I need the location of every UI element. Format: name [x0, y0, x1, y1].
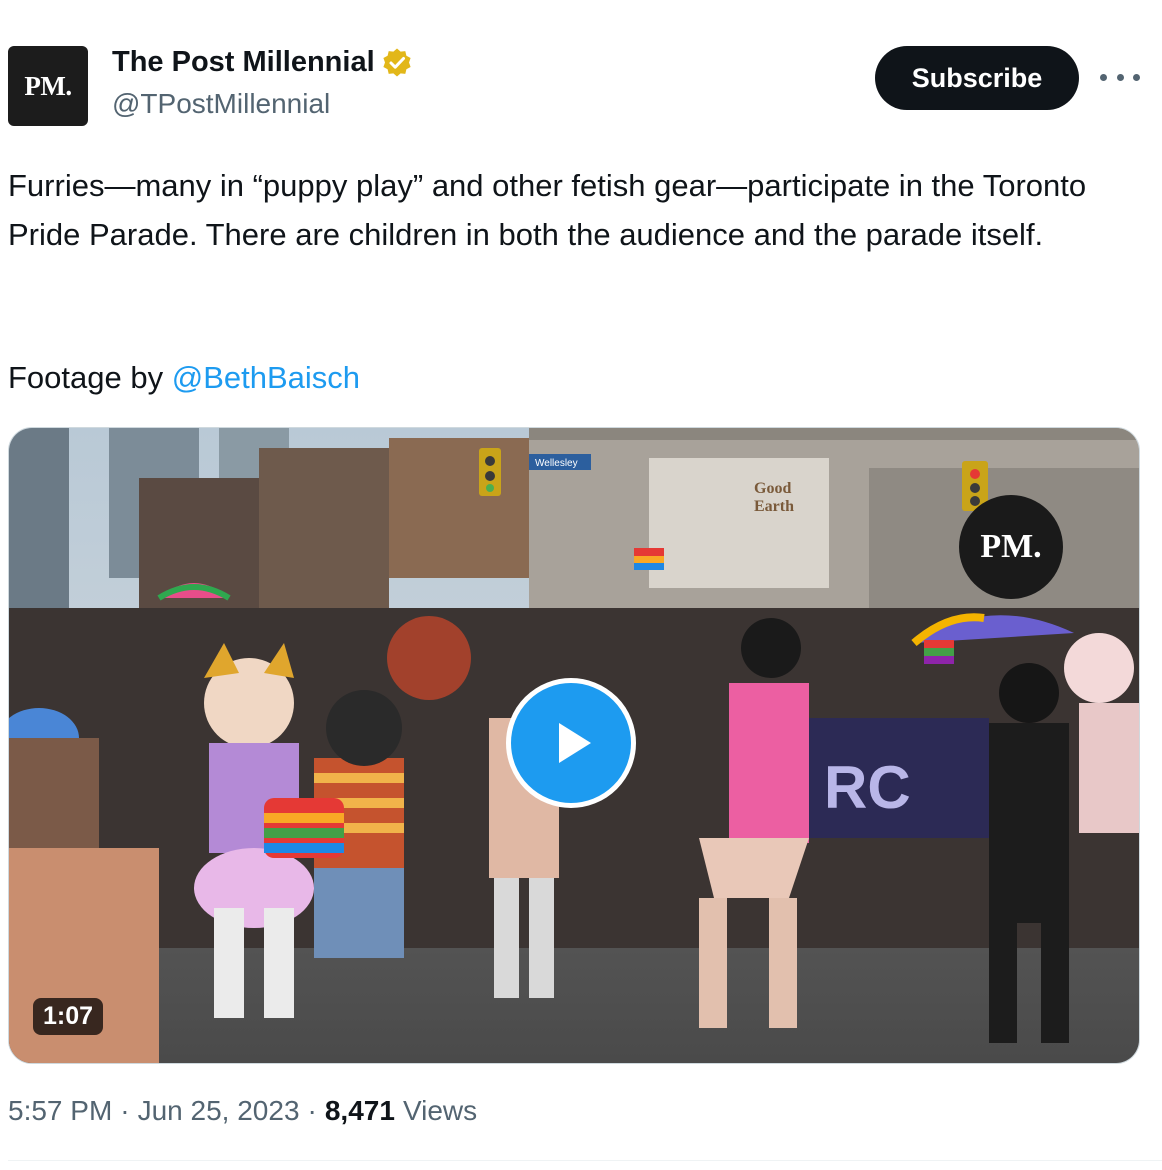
svg-text:Wellesley: Wellesley — [535, 458, 578, 469]
tweet-text: Furries—many in “puppy play” and other f… — [8, 162, 1138, 259]
meta-separator: · — [307, 1095, 317, 1126]
pm-watermark-logo: PM. — [959, 495, 1063, 599]
more-horizontal-icon[interactable] — [1100, 62, 1140, 92]
play-button[interactable] — [506, 678, 636, 808]
pm-watermark-text: PM. — [980, 528, 1042, 565]
views-label: Views — [402, 1095, 478, 1126]
author-handle[interactable]: @TPostMillennial — [112, 88, 330, 120]
subscribe-button[interactable]: Subscribe — [875, 46, 1079, 110]
play-icon — [559, 723, 591, 763]
tweet-time[interactable]: 5:57 PM — [8, 1095, 112, 1127]
tweet-body: Furries—many in “puppy play” and other f… — [8, 168, 1087, 252]
avatar[interactable]: PM. — [8, 46, 88, 126]
author-name-row: The Post Millennial — [112, 46, 413, 79]
video-duration-badge: 1:07 — [33, 998, 104, 1035]
svg-text:Good: Good — [754, 480, 791, 497]
footage-credit: Footage by @BethBaisch — [8, 355, 360, 401]
meta-separator: · — [120, 1095, 130, 1126]
tweet-meta: 5:57 PM · Jun 25, 2023 · 8,471 Views — [8, 1095, 477, 1127]
footage-prefix: Footage by — [8, 360, 172, 395]
views-count: 8,471 — [324, 1095, 395, 1126]
avatar-logo-text: PM. — [24, 70, 72, 101]
video-player[interactable]: Good Earth Wellesley RC PM. 1:07 — [8, 427, 1140, 1064]
divider — [8, 1160, 1162, 1161]
svg-text:Earth: Earth — [754, 498, 794, 515]
gold-verified-icon[interactable] — [381, 47, 413, 79]
author-display-name[interactable]: The Post Millennial — [112, 46, 375, 79]
tweet-date[interactable]: Jun 25, 2023 — [138, 1095, 300, 1127]
mention-link[interactable]: @BethBaisch — [172, 360, 360, 395]
svg-text:RC: RC — [824, 754, 911, 821]
